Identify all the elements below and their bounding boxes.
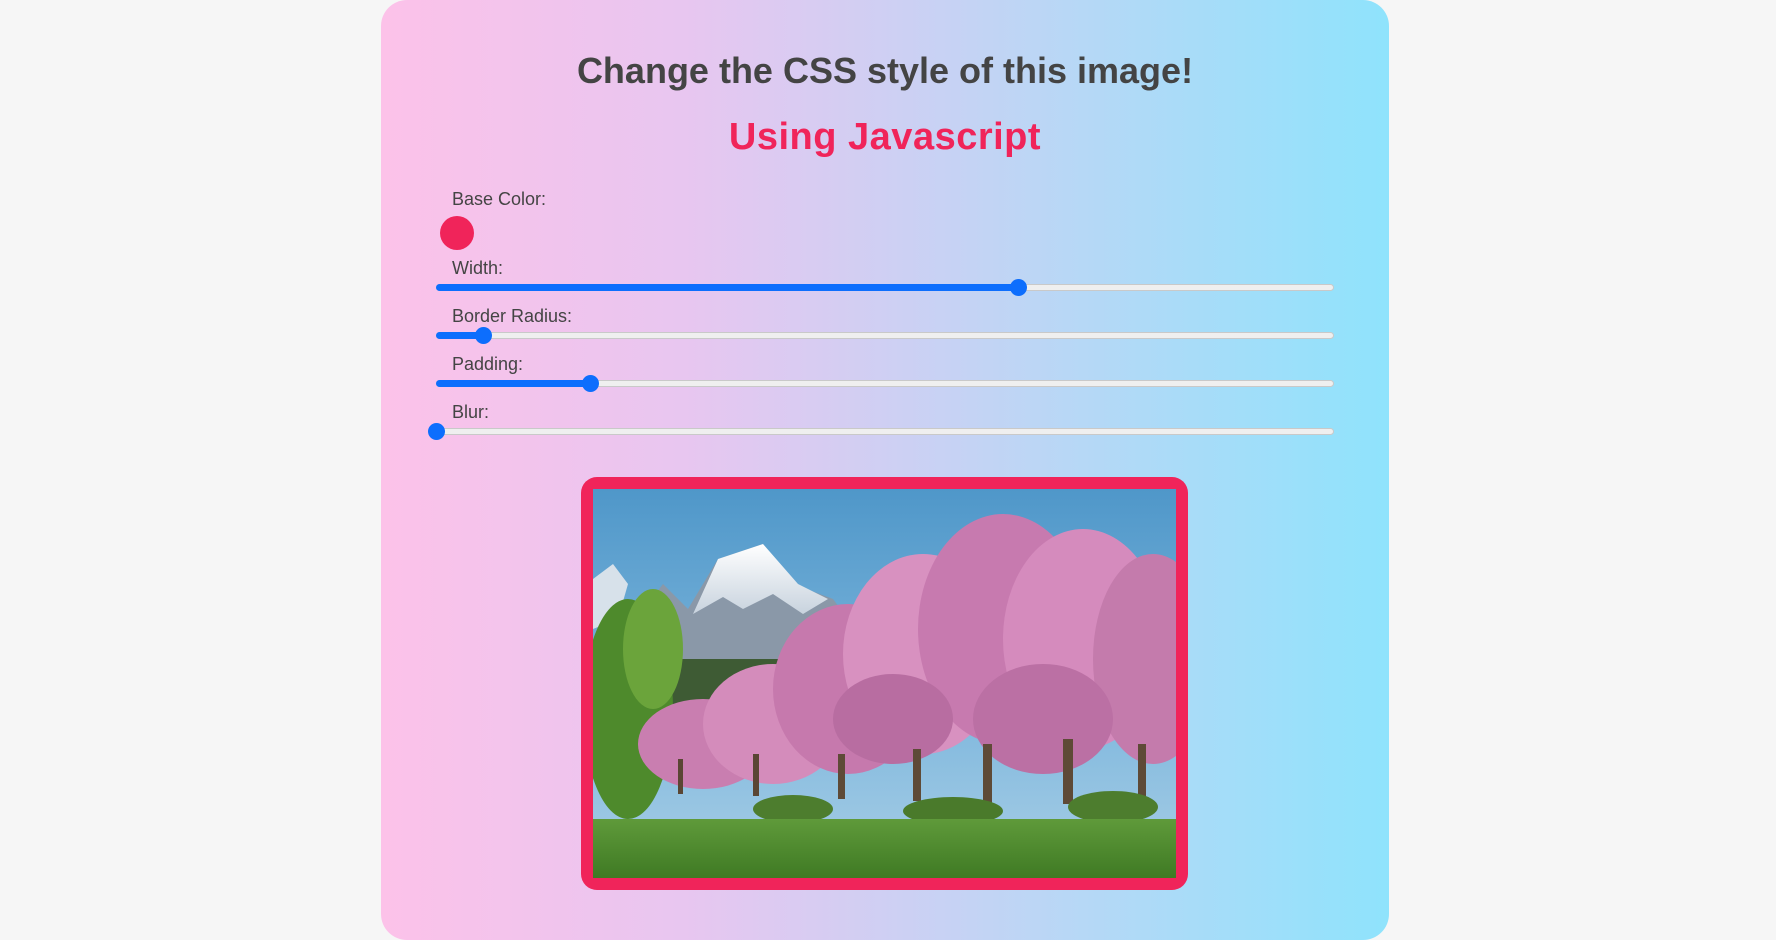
width-slider-fill	[436, 284, 1018, 291]
width-slider[interactable]	[436, 279, 1334, 297]
blur-slider[interactable]	[428, 423, 1334, 441]
border-radius-label: Border Radius:	[452, 306, 573, 326]
padding-label: Padding:	[452, 354, 524, 374]
border-radius-slider[interactable]	[436, 327, 1334, 345]
page-subtitle: Using Javascript	[728, 116, 1042, 158]
border-radius-slider-track	[436, 332, 1334, 339]
blur-slider-thumb[interactable]	[428, 423, 445, 440]
padding-slider-fill	[436, 380, 591, 387]
width-slider-thumb[interactable]	[1009, 279, 1027, 296]
base-color-label: Base Color:	[452, 189, 547, 209]
styled-image-frame	[581, 477, 1188, 890]
base-color-picker[interactable]	[440, 216, 474, 250]
border-radius-slider-thumb[interactable]	[474, 327, 492, 344]
page-title: Change the CSS style of this image!	[576, 50, 1194, 91]
blur-label: Blur:	[452, 402, 490, 422]
padding-slider[interactable]	[436, 375, 1334, 393]
style-editor-card: Change the CSS style of this image! Usin…	[381, 0, 1389, 940]
blur-slider-track	[436, 428, 1334, 435]
padding-slider-thumb[interactable]	[582, 375, 600, 392]
blossom-trees-photo	[593, 489, 1176, 878]
width-label: Width:	[452, 258, 504, 278]
